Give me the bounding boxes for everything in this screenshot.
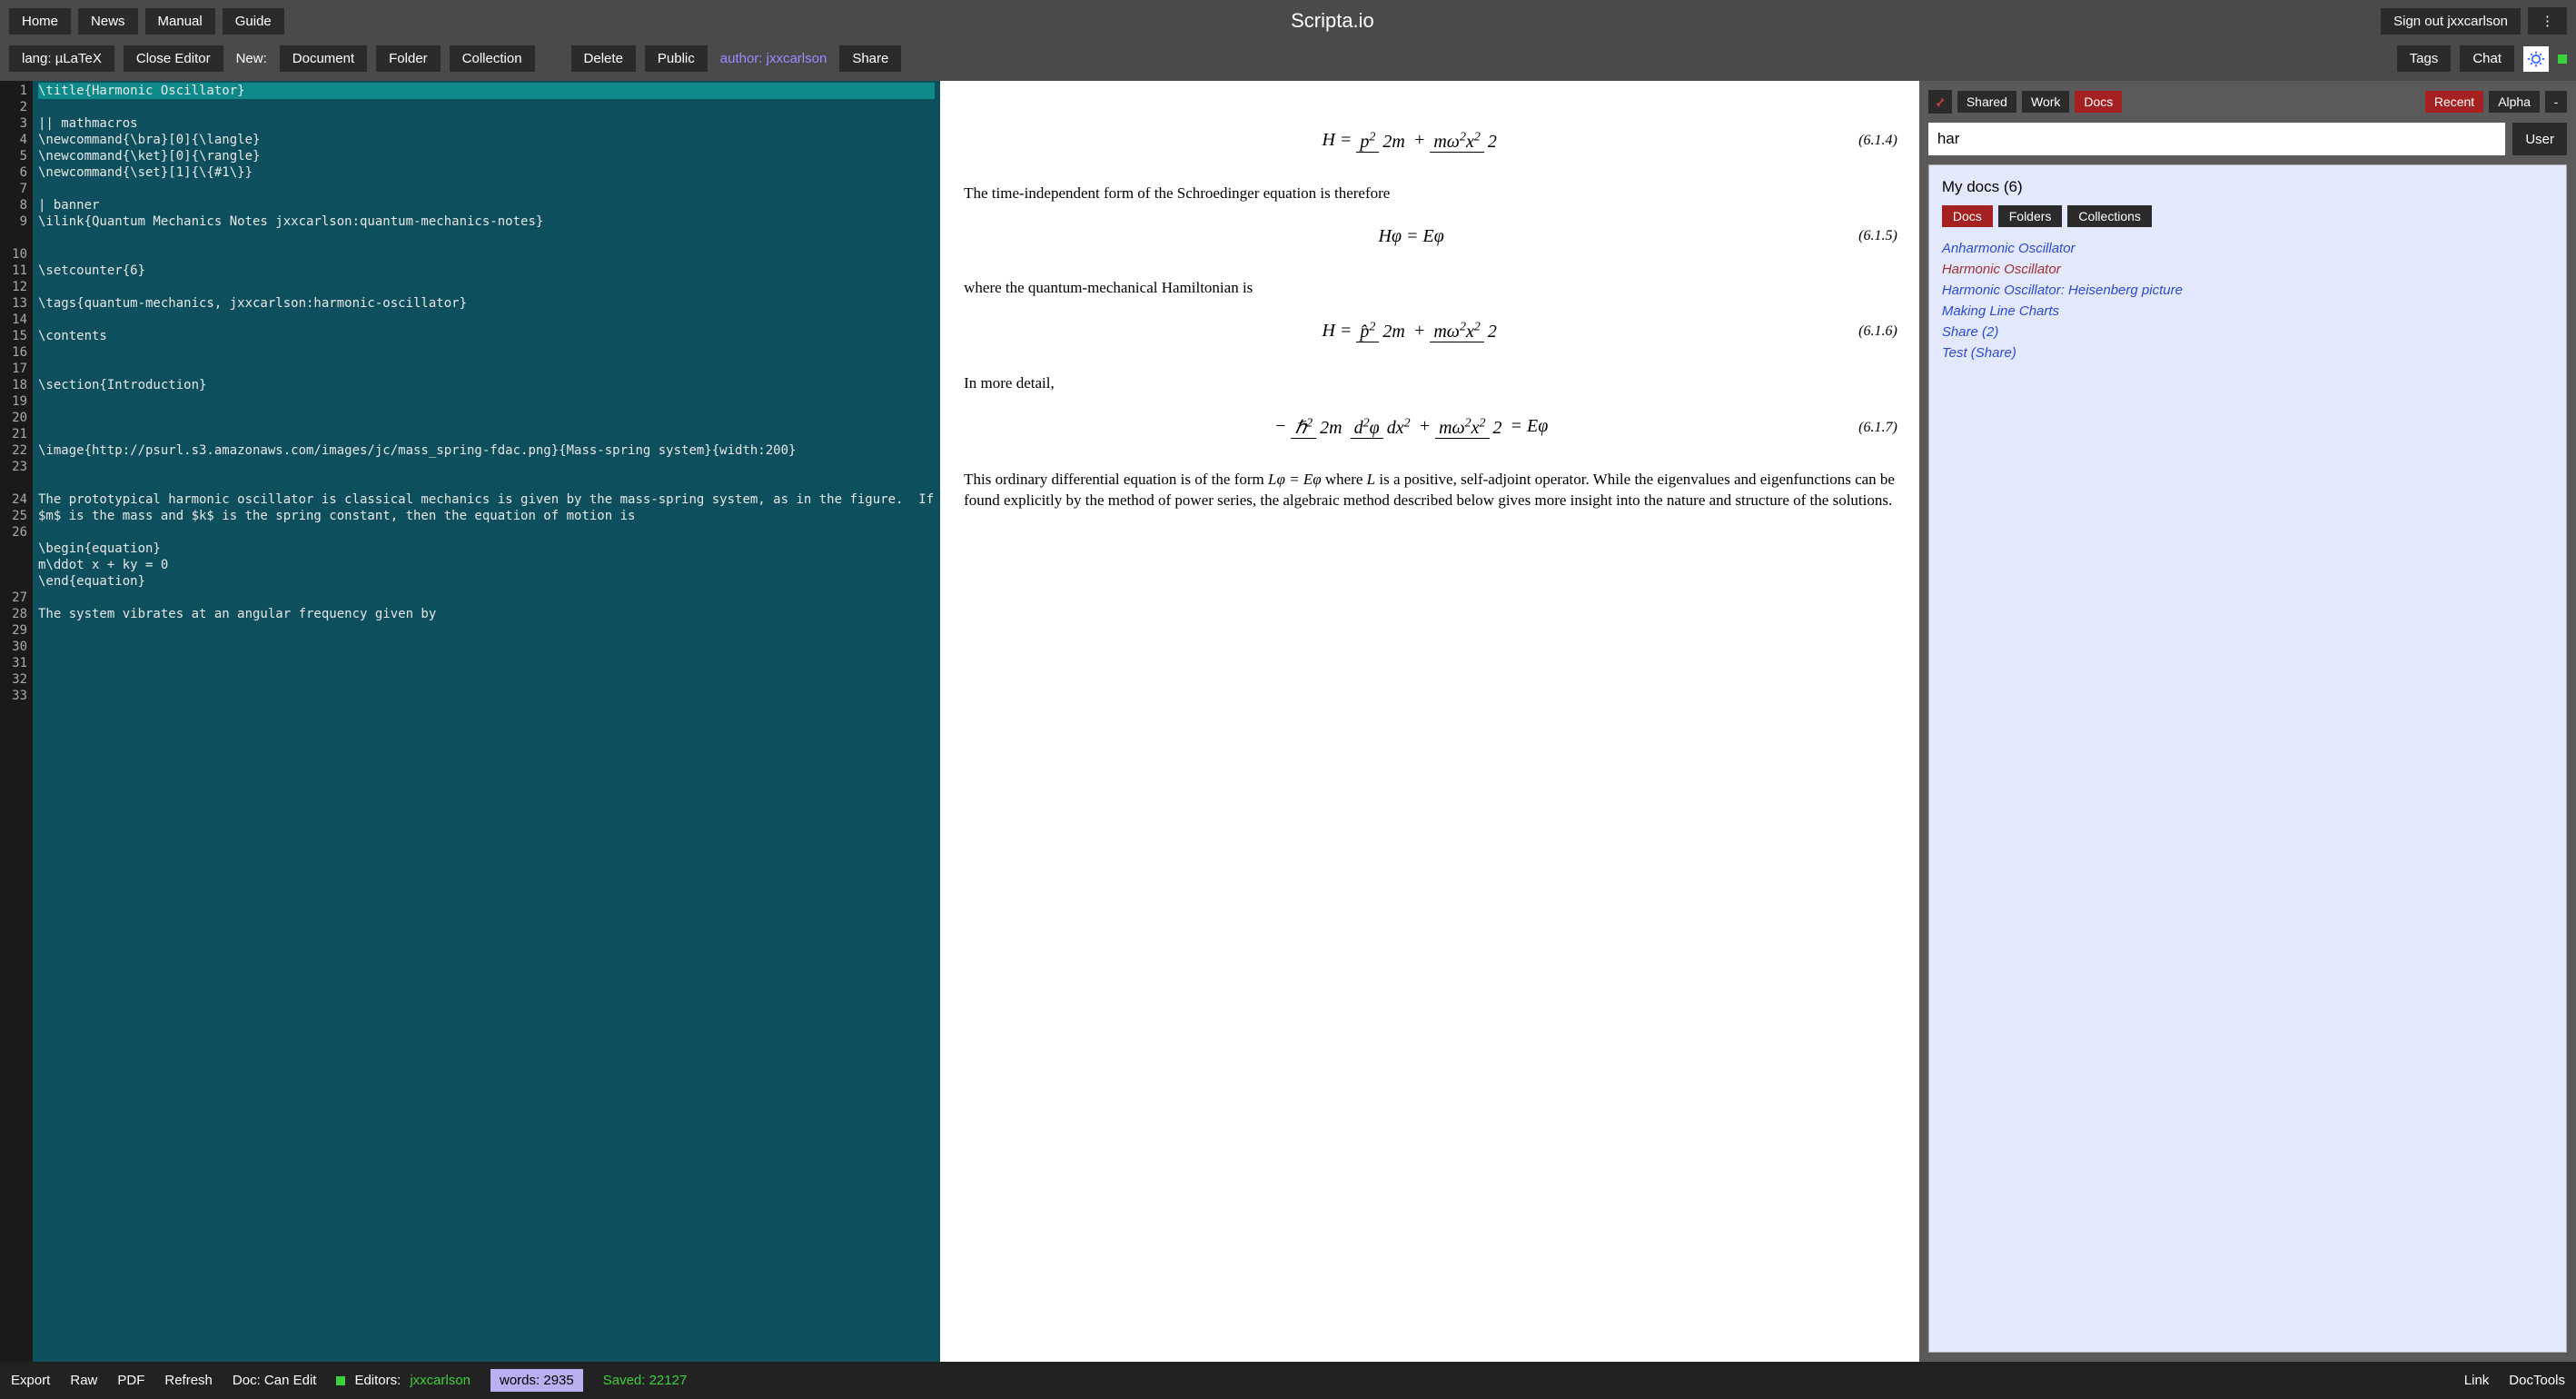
- doc-list-item[interactable]: Test (Share): [1942, 342, 2553, 363]
- preview-paragraph-4: This ordinary differential equation is o…: [964, 470, 1901, 511]
- doc-list-item[interactable]: Harmonic Oscillator: Heisenberg picture: [1942, 280, 2553, 301]
- refresh-button[interactable]: Refresh: [164, 1373, 213, 1388]
- new-document-button[interactable]: Document: [280, 45, 367, 72]
- docs-panel: My docs (6) Docs Folders Collections Anh…: [1928, 164, 2567, 1353]
- chat-button[interactable]: Chat: [2460, 45, 2514, 72]
- public-button[interactable]: Public: [645, 45, 708, 72]
- share-button[interactable]: Share: [839, 45, 901, 72]
- equation-3: H = p̂22m + mω2x22 (6.1.6): [964, 321, 1901, 343]
- equation-1-number: (6.1.4): [1858, 133, 1901, 149]
- tab-collections[interactable]: Collections: [2067, 205, 2151, 227]
- equation-4: − ℏ22m d2φdx2 + mω2x22 = Eφ (6.1.7): [964, 416, 1901, 439]
- editor-pane[interactable]: 1234567891011121314151617181920212223242…: [0, 81, 940, 1362]
- doc-can-edit-label[interactable]: Doc: Can Edit: [233, 1373, 317, 1388]
- overflow-menu-button[interactable]: ⋮: [2528, 7, 2567, 35]
- equation-2: Hφ = Eφ (6.1.5): [964, 226, 1901, 247]
- guide-button[interactable]: Guide: [223, 8, 284, 35]
- app-title: Scripta.io: [1291, 9, 1374, 33]
- word-count: words: 2935: [490, 1369, 583, 1392]
- recent-button[interactable]: Recent: [2425, 91, 2483, 113]
- editors-value: jxxcarlson: [410, 1373, 471, 1388]
- preview-paragraph-2: where the quantum-mechanical Hamiltonian…: [964, 278, 1901, 299]
- manual-button[interactable]: Manual: [145, 8, 215, 35]
- editor-code[interactable]: \title{Harmonic Oscillator}|| mathmacros…: [33, 81, 940, 1362]
- docs-panel-title: My docs (6): [1942, 178, 2553, 196]
- home-button[interactable]: Home: [9, 8, 71, 35]
- signout-button[interactable]: Sign out jxxcarlson: [2381, 8, 2521, 35]
- docs-button[interactable]: Docs: [2075, 91, 2122, 113]
- shared-button[interactable]: Shared: [1957, 91, 2016, 113]
- lang-button[interactable]: lang: µLaTeX: [9, 45, 114, 72]
- status-dot-icon: [2558, 55, 2567, 64]
- close-editor-button[interactable]: Close Editor: [124, 45, 223, 72]
- work-button[interactable]: Work: [2022, 91, 2069, 113]
- equation-1: H = p22m + mω2x22 (6.1.4): [964, 130, 1901, 153]
- new-folder-button[interactable]: Folder: [376, 45, 441, 72]
- doc-list-item[interactable]: Share (2): [1942, 322, 2553, 342]
- new-collection-button[interactable]: Collection: [450, 45, 535, 72]
- bug-icon[interactable]: [2523, 46, 2549, 72]
- alpha-button[interactable]: Alpha: [2489, 91, 2540, 113]
- doc-list-item[interactable]: Harmonic Oscillator: [1942, 259, 2553, 280]
- export-button[interactable]: Export: [11, 1373, 50, 1388]
- raw-button[interactable]: Raw: [70, 1373, 97, 1388]
- author-link[interactable]: author: jxxcarlson: [717, 45, 831, 72]
- tab-docs[interactable]: Docs: [1942, 205, 1993, 227]
- equation-3-number: (6.1.6): [1858, 323, 1901, 340]
- doc-list-item[interactable]: Making Line Charts: [1942, 301, 2553, 322]
- preview-paragraph-3: In more detail,: [964, 373, 1901, 394]
- editor-gutter: 1234567891011121314151617181920212223242…: [0, 81, 33, 1362]
- search-input[interactable]: [1928, 123, 2506, 155]
- pdf-button[interactable]: PDF: [117, 1373, 144, 1388]
- dash-button[interactable]: -: [2545, 91, 2567, 113]
- pin-icon[interactable]: [1928, 90, 1952, 114]
- doctools-button[interactable]: DocTools: [2509, 1373, 2565, 1388]
- doc-list-item[interactable]: Anharmonic Oscillator: [1942, 238, 2553, 259]
- delete-button[interactable]: Delete: [571, 45, 636, 72]
- preview-pane: H = p22m + mω2x22 (6.1.4) The time-indep…: [940, 81, 1919, 1362]
- preview-paragraph-1: The time-independent form of the Schroed…: [964, 184, 1901, 204]
- news-button[interactable]: News: [78, 8, 138, 35]
- new-label: New:: [233, 45, 271, 72]
- user-button[interactable]: User: [2512, 123, 2567, 155]
- right-pane: Shared Work Docs Recent Alpha - User My …: [1919, 81, 2576, 1362]
- tags-button[interactable]: Tags: [2397, 45, 2452, 72]
- equation-2-number: (6.1.5): [1858, 228, 1901, 244]
- saved-status: Saved: 22127: [603, 1373, 688, 1388]
- editors-status: Editors: jxxcarlson: [336, 1373, 471, 1388]
- link-button[interactable]: Link: [2464, 1373, 2490, 1388]
- equation-4-number: (6.1.7): [1858, 420, 1901, 436]
- editors-dot-icon: [336, 1376, 345, 1385]
- tab-folders[interactable]: Folders: [1998, 205, 2063, 227]
